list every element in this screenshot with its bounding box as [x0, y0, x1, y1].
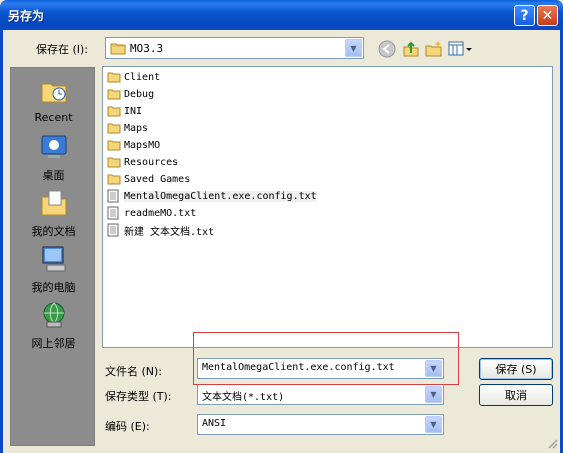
resize-grip-icon[interactable] [546, 437, 558, 449]
list-item[interactable]: readmeMO.txt [107, 205, 196, 221]
help-button[interactable]: ? [514, 5, 535, 26]
chevron-down-icon[interactable]: ▼ [425, 416, 442, 433]
text-file-icon [107, 189, 121, 203]
chevron-down-icon[interactable]: ▼ [345, 39, 362, 57]
save-in-label: 保存在 (I): [36, 43, 89, 56]
savetype-value: 文本文档(*.txt) [202, 392, 285, 403]
folder-icon [107, 70, 121, 84]
place-label: 我的文档 [31, 225, 76, 238]
my-documents-icon [41, 190, 66, 216]
up-folder-icon [403, 41, 419, 57]
folder-icon [110, 41, 126, 58]
chevron-down-icon[interactable]: ▼ [425, 386, 442, 403]
list-item[interactable]: MapsMO [107, 137, 160, 153]
chevron-down-icon[interactable]: ▼ [425, 360, 442, 377]
place-label: 我的电脑 [31, 281, 76, 294]
savetype-label: 保存类型 (T): [105, 390, 172, 403]
file-list[interactable]: Client Debug INI Maps MapsMO Resources S… [102, 66, 553, 348]
list-item[interactable]: Saved Games [107, 171, 190, 187]
folder-icon [107, 155, 121, 169]
text-file-icon [107, 223, 121, 237]
folder-icon [107, 121, 121, 135]
list-item[interactable]: 新建 文本文档.txt [107, 222, 214, 238]
list-item[interactable]: Debug [107, 86, 154, 102]
filename-label: 文件名 (N): [105, 365, 163, 378]
save-in-dropdown[interactable]: MO3.3 ▼ [105, 37, 364, 59]
folder-icon [107, 172, 121, 186]
view-menu-button[interactable] [447, 39, 473, 59]
recent-folder-icon [41, 83, 66, 103]
cancel-button[interactable]: 取消 [479, 384, 553, 406]
list-item[interactable]: Resources [107, 154, 178, 170]
list-item[interactable]: INI [107, 103, 142, 119]
view-menu-icon [448, 41, 472, 56]
my-computer-icon [42, 246, 65, 272]
help-icon: ? [520, 7, 529, 24]
filename-value: MentalOmegaClient.exe.config.txt [202, 362, 395, 373]
encoding-label: 编码 (E): [105, 420, 150, 433]
place-label: 网上邻居 [31, 337, 76, 350]
filename-field[interactable]: MentalOmegaClient.exe.config.txt ▼ [197, 358, 444, 379]
back-arrow-icon [378, 40, 396, 58]
desktop-icon [41, 135, 66, 158]
place-label: Recent [34, 111, 73, 124]
encoding-value: ANSI [202, 418, 227, 429]
place-my-documents[interactable]: 我的文档 [11, 188, 96, 239]
places-bar: Recent 桌面 我的文档 我的电脑 网上邻居 [10, 67, 95, 446]
place-my-computer[interactable]: 我的电脑 [11, 244, 96, 295]
back-button[interactable] [377, 39, 397, 59]
encoding-dropdown[interactable]: ANSI ▼ [197, 414, 444, 435]
folder-icon [107, 104, 121, 118]
cancel-button-label: 取消 [505, 389, 527, 402]
window-title: 另存为 [8, 9, 45, 23]
savetype-dropdown[interactable]: 文本文档(*.txt) ▼ [197, 384, 444, 405]
save-button[interactable]: 保存 (S) [479, 358, 553, 380]
network-places-icon [43, 302, 64, 328]
list-item[interactable]: MentalOmegaClient.exe.config.txt [107, 188, 317, 204]
close-button[interactable]: ✕ [537, 5, 558, 26]
place-network[interactable]: 网上邻居 [11, 300, 96, 351]
window-frame-left [0, 30, 3, 453]
folder-icon [107, 87, 121, 101]
title-bar: 另存为 ? ✕ [0, 0, 563, 30]
place-desktop[interactable]: 桌面 [11, 132, 96, 183]
save-in-value: MO3.3 [130, 42, 164, 55]
up-folder-button[interactable] [401, 39, 421, 59]
place-label: 桌面 [42, 169, 65, 182]
folder-icon [107, 138, 121, 152]
close-icon: ✕ [541, 7, 554, 24]
new-folder-icon [425, 41, 442, 57]
list-item[interactable]: Maps [107, 120, 148, 136]
place-recent[interactable]: Recent [11, 76, 96, 124]
list-item[interactable]: Client [107, 69, 160, 85]
text-file-icon [107, 206, 121, 220]
save-button-label: 保存 (S) [495, 363, 537, 376]
new-folder-button[interactable] [424, 39, 444, 59]
